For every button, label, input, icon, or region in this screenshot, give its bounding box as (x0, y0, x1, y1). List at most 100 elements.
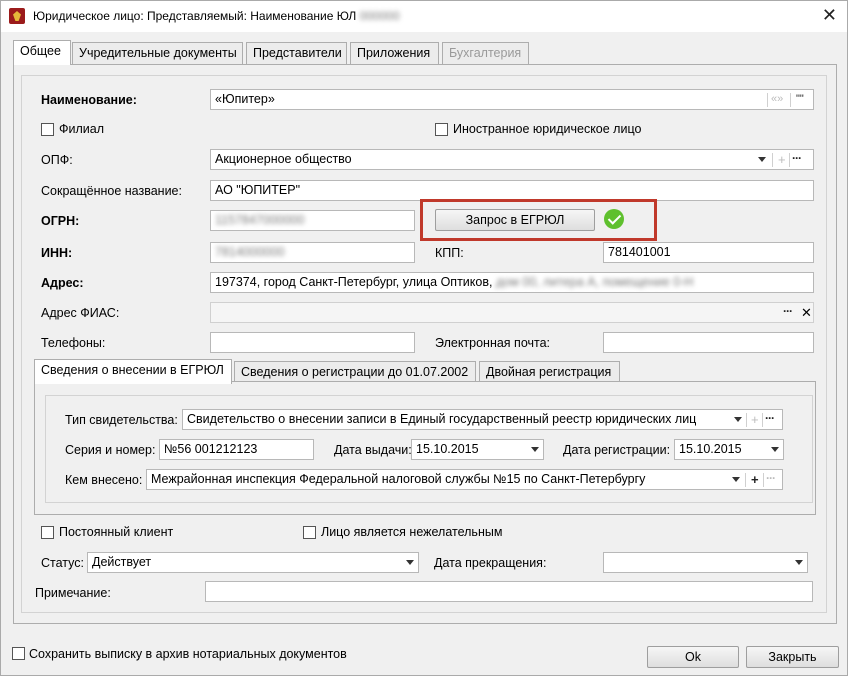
dialog-window: Юридическое лицо: Представляемый: Наимен… (0, 0, 848, 676)
end-date-label: Дата прекращения: (434, 556, 547, 570)
add-icon: + (751, 412, 759, 427)
chevron-down-icon[interactable] (734, 417, 742, 422)
tab-attachments[interactable]: Приложения (350, 42, 439, 64)
ogrn-input[interactable]: 1157847000000 (210, 210, 415, 231)
chevron-down-icon[interactable] (531, 447, 539, 452)
fias-input[interactable]: ··· ✕ (210, 302, 814, 323)
series-label: Серия и номер: (65, 443, 156, 457)
chevron-down-icon[interactable] (771, 447, 779, 452)
subtab-egrul[interactable]: Сведения о внесении в ЕГРЮЛ (34, 359, 232, 384)
add-icon: + (778, 152, 786, 167)
issued-separator (745, 473, 746, 487)
note-input[interactable] (205, 581, 813, 602)
close-button[interactable]: Закрыть (746, 646, 839, 668)
status-label: Статус: (41, 556, 84, 570)
issued-by-select[interactable]: Межрайонная инспекция Федеральной налого… (146, 469, 783, 490)
name-value: «Юпитер» (215, 92, 275, 106)
ogrn-value: 1157847000000 (215, 213, 305, 227)
issued-by-label: Кем внесено: (65, 473, 143, 487)
more-icon[interactable]: ··· (792, 150, 802, 167)
tab-general[interactable]: Общее (13, 40, 71, 65)
archive-label: Сохранить выписку в архив нотариальных д… (29, 647, 347, 661)
title-bar: Юридическое лицо: Представляемый: Наимен… (1, 1, 847, 32)
status-value: Действует (92, 555, 152, 569)
more-icon[interactable]: ··· (765, 410, 775, 427)
cert-type-value: Свидетельство о внесении записи в Единый… (187, 412, 697, 426)
name-input[interactable]: «Юпитер» «» "" (210, 89, 814, 110)
double-quotes-button[interactable]: "" (796, 90, 804, 109)
window-title: Юридическое лицо: Представляемый: Наимен… (33, 9, 400, 23)
phones-label: Телефоны: (41, 336, 106, 350)
more-icon[interactable]: ··· (783, 303, 793, 320)
branch-checkbox[interactable] (41, 123, 54, 136)
close-icon[interactable]: ✕ (822, 5, 837, 25)
address-blurred: дом 00, литера А, помещение 0-Н (495, 275, 694, 289)
egrul-request-button[interactable]: Запрос в ЕГРЮЛ (435, 209, 595, 231)
ogrn-label: ОГРН: (41, 214, 80, 228)
opf-value: Акционерное общество (215, 152, 352, 166)
tab-representatives[interactable]: Представители (246, 42, 347, 64)
window-title-text: Юридическое лицо: Представляемый: Наимен… (33, 9, 357, 23)
clear-icon[interactable]: ✕ (801, 303, 812, 322)
kpp-label: КПП: (435, 246, 464, 260)
undesirable-checkbox[interactable] (303, 526, 316, 539)
tab-founding-docs[interactable]: Учредительные документы (72, 42, 243, 64)
opf-select[interactable]: Акционерное общество + ··· (210, 149, 814, 170)
issue-date-label: Дата выдачи: (334, 443, 412, 457)
series-input[interactable]: №56 001212123 (159, 439, 314, 460)
reg-date-value: 15.10.2015 (679, 442, 742, 456)
more-icon: ··· (766, 471, 776, 485)
regular-client-label: Постоянный клиент (59, 525, 174, 539)
angle-quotes-button[interactable]: «» (771, 90, 783, 109)
foreign-entity-checkbox[interactable] (435, 123, 448, 136)
chevron-down-icon[interactable] (406, 560, 414, 565)
ok-button[interactable]: Ok (647, 646, 739, 668)
short-name-label: Сокращённое название: (41, 184, 182, 198)
branch-label: Филиал (59, 122, 105, 136)
cert-type-label: Тип свидетельства: (65, 413, 178, 427)
address-value: 197374, город Санкт-Петербург, улица Опт… (215, 275, 493, 289)
app-logo-icon (9, 8, 25, 24)
opf-separator-2 (789, 153, 790, 167)
opf-label: ОПФ: (41, 153, 73, 167)
add-icon[interactable]: + (751, 470, 759, 489)
cert-separator (746, 413, 747, 427)
email-label: Электронная почта: (435, 336, 551, 350)
inn-value: 7814000000 (215, 245, 285, 259)
phones-input[interactable] (210, 332, 415, 353)
window-title-blurred: 000000 (359, 9, 400, 23)
chevron-down-icon[interactable] (732, 477, 740, 482)
chevron-down-icon[interactable] (795, 560, 803, 565)
issued-by-value: Межрайонная инспекция Федеральной налого… (151, 472, 646, 486)
subtab-reg-before-2002[interactable]: Сведения о регистрации до 01.07.2002 (234, 361, 476, 383)
note-label: Примечание: (35, 586, 111, 600)
issue-date-picker[interactable]: 15.10.2015 (411, 439, 544, 460)
name-label: Наименование: (41, 93, 137, 107)
archive-checkbox[interactable] (12, 647, 25, 660)
chevron-down-icon[interactable] (758, 157, 766, 162)
name-separator-2 (790, 93, 791, 107)
cert-type-select[interactable]: Свидетельство о внесении записи в Единый… (182, 409, 783, 430)
subtab-double-reg[interactable]: Двойная регистрация (479, 361, 620, 383)
reg-date-picker[interactable]: 15.10.2015 (674, 439, 784, 460)
success-check-icon (604, 209, 624, 229)
kpp-input[interactable]: 781401001 (603, 242, 814, 263)
reg-date-label: Дата регистрации: (563, 443, 671, 457)
issue-date-value: 15.10.2015 (416, 442, 479, 456)
inn-label: ИНН: (41, 246, 73, 260)
fias-label: Адрес ФИАС: (41, 306, 120, 320)
inn-input[interactable]: 7814000000 (210, 242, 415, 263)
regular-client-checkbox[interactable] (41, 526, 54, 539)
name-separator (767, 93, 768, 107)
tab-accounting: Бухгалтерия (442, 42, 529, 64)
foreign-entity-label: Иностранное юридическое лицо (453, 122, 642, 136)
issued-separator-2 (763, 473, 764, 487)
short-name-input[interactable]: АО "ЮПИТЕР" (210, 180, 814, 201)
email-input[interactable] (603, 332, 814, 353)
status-select[interactable]: Действует (87, 552, 419, 573)
address-label: Адрес: (41, 276, 84, 290)
undesirable-label: Лицо является нежелательным (321, 525, 503, 539)
end-date-picker[interactable] (603, 552, 808, 573)
cert-separator-2 (762, 413, 763, 427)
address-input[interactable]: 197374, город Санкт-Петербург, улица Опт… (210, 272, 814, 293)
